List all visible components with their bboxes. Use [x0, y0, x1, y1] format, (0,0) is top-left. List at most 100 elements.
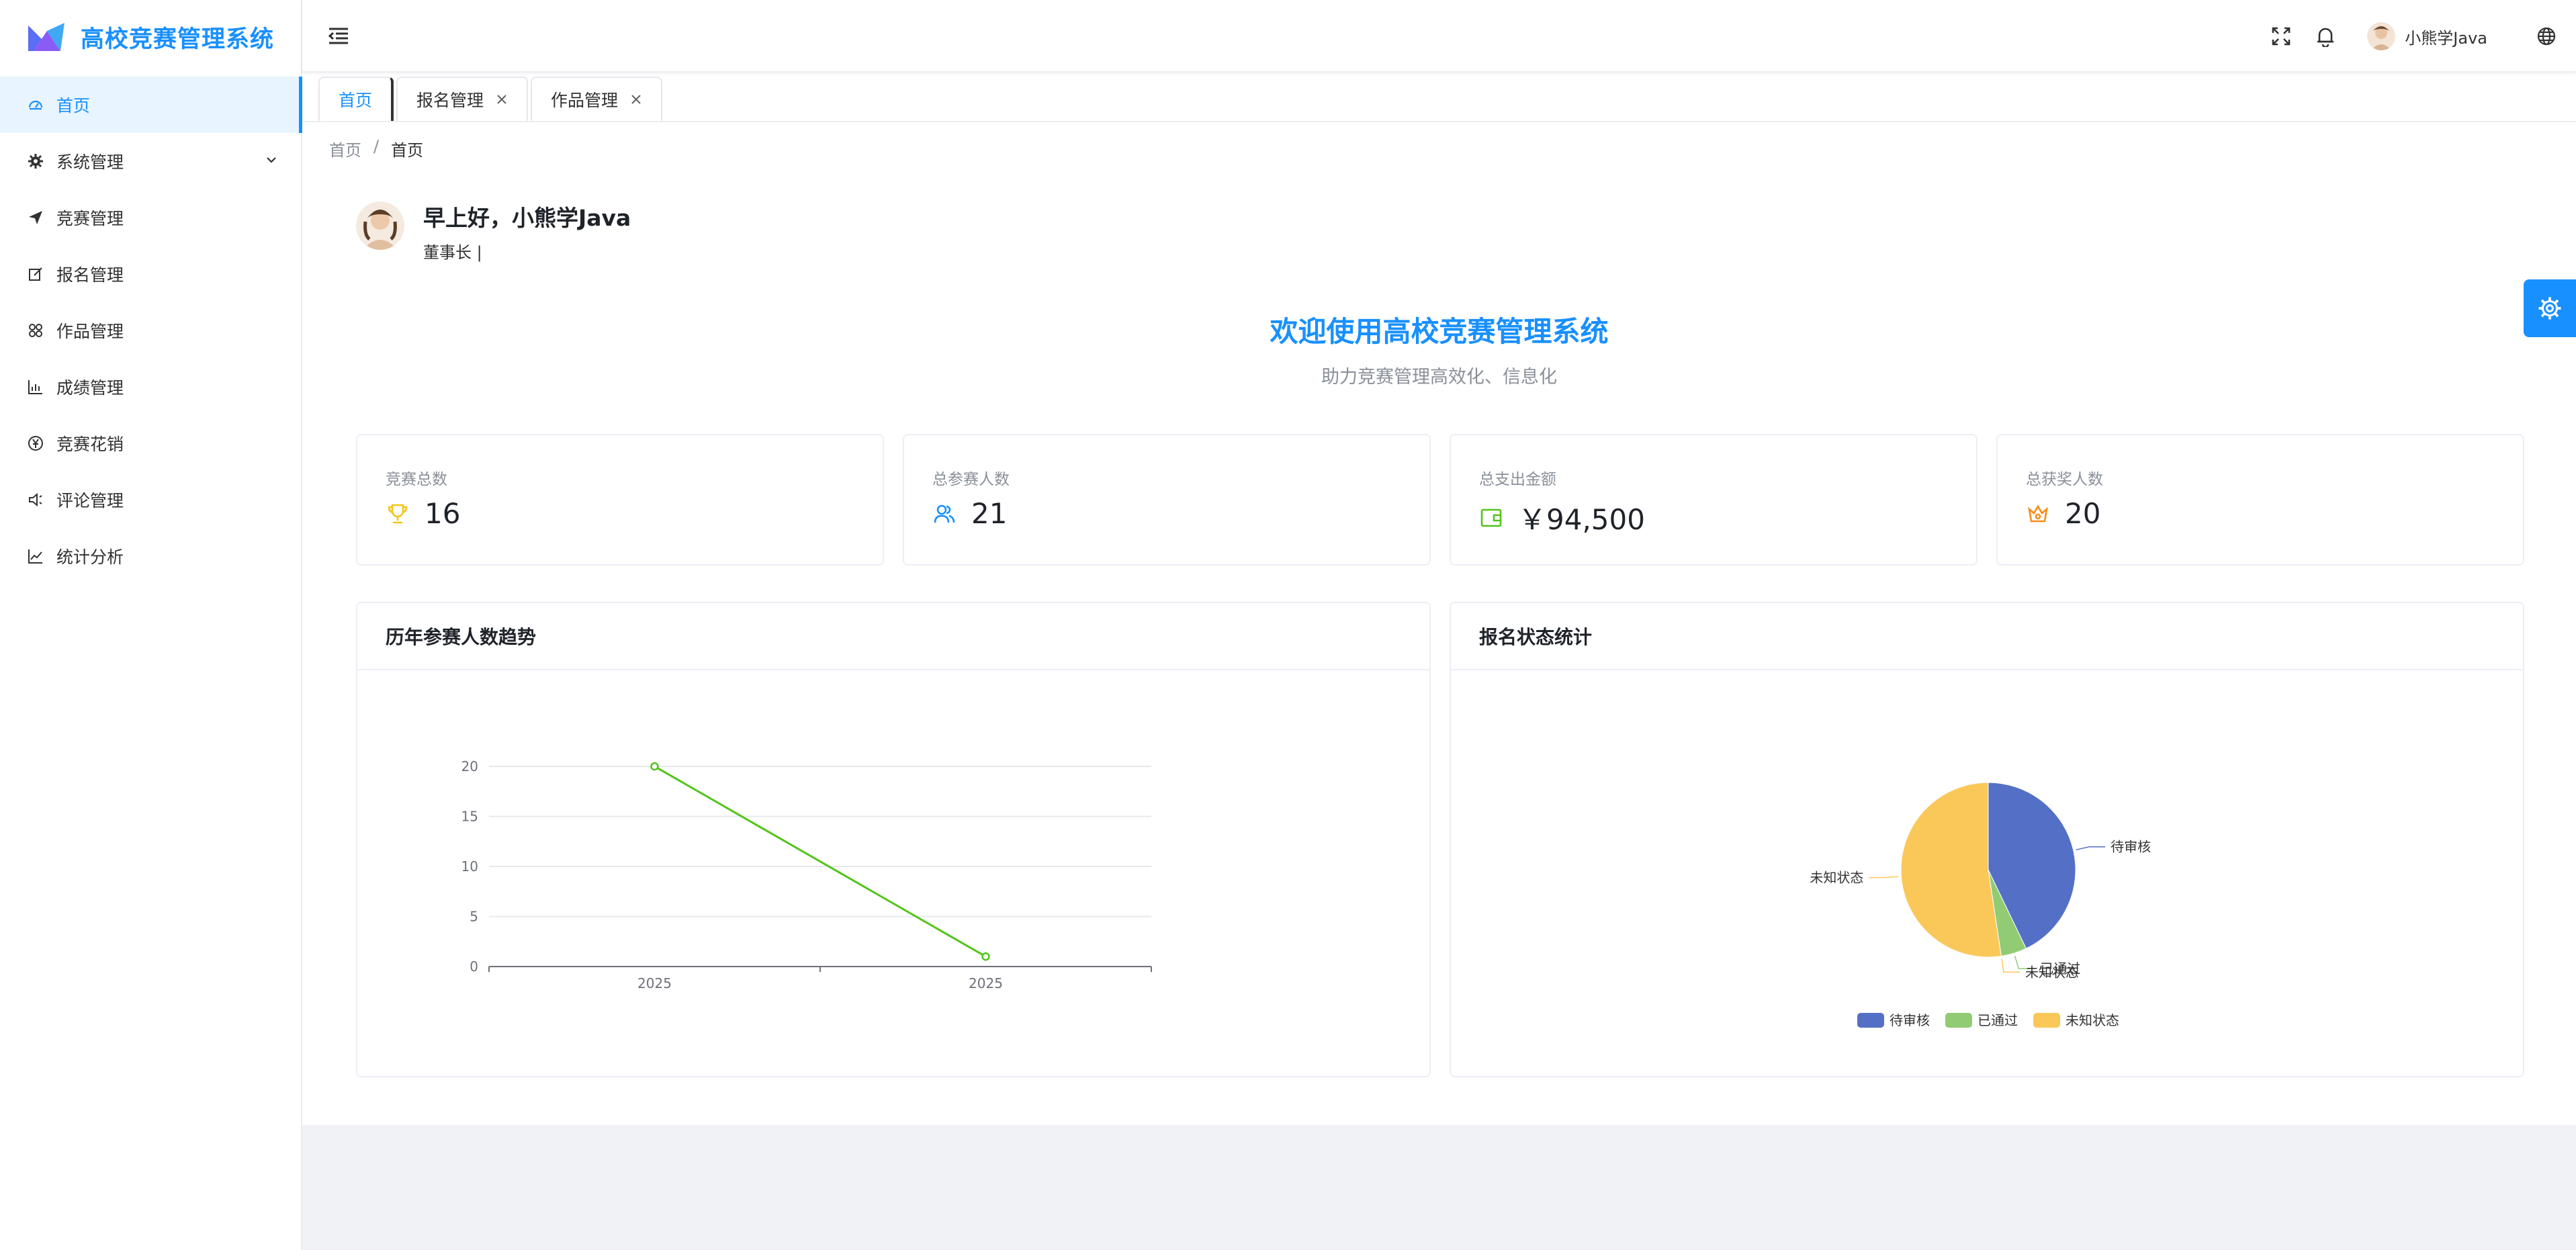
stat-label: 总支出金额: [1479, 471, 1556, 488]
tab-registration[interactable]: 报名管理: [396, 77, 529, 121]
sidebar-item-system[interactable]: 系统管理: [0, 133, 301, 189]
settings-button[interactable]: [2524, 279, 2576, 337]
greeting: 早上好，小熊学Java 董事长 |: [356, 202, 631, 263]
sidebar-item-comments[interactable]: 评论管理: [0, 472, 301, 528]
logo-icon: [28, 23, 64, 51]
avatar[interactable]: [2367, 22, 2396, 50]
y-tick-label: 20: [461, 758, 478, 774]
send-icon: [27, 209, 44, 226]
stat-label: 竞赛总数: [386, 471, 447, 488]
top-header: 小熊学Java: [302, 0, 2576, 73]
data-point: [981, 952, 990, 961]
tags-view: 首页 报名管理 作品管理: [302, 74, 2576, 122]
y-tick-label: 0: [470, 958, 478, 975]
data-point: [650, 762, 659, 771]
panel-title: 历年参赛人数趋势: [357, 603, 1429, 670]
stat-card-participants: 总参赛人数 21: [903, 434, 1431, 566]
edit-icon: [27, 265, 44, 283]
sidebar-item-scores[interactable]: 成绩管理: [0, 359, 301, 415]
content-footer-area: [302, 1125, 2576, 1250]
series-line: [654, 765, 987, 958]
stat-card-expense: 总支出金额 ￥94,500: [1450, 434, 1978, 566]
sidebar-item-label: 竞赛花销: [56, 435, 124, 454]
sidebar-item-works[interactable]: 作品管理: [0, 302, 301, 359]
sidebar-item-label: 统计分析: [56, 547, 124, 567]
stat-value: 16: [425, 497, 461, 530]
close-icon[interactable]: [496, 93, 508, 105]
x-tick-label: 2025: [969, 975, 1003, 991]
sidebar-item-registration[interactable]: 报名管理: [0, 246, 301, 302]
header-username[interactable]: 小熊学Java: [2405, 25, 2487, 48]
panel-title: 报名状态统计: [1451, 603, 2523, 670]
gear-icon: [27, 152, 44, 170]
sidebar: 高校竞赛管理系统 首页 系统管理 竞赛管理 报名管理 作品管理 成绩管理 竞赛花…: [0, 0, 302, 1250]
crown-icon: [2026, 502, 2050, 526]
slice-label-line: [2076, 846, 2106, 850]
avatar: [356, 202, 404, 250]
line-chart: 0 5 10 15 20 2025 2025: [461, 758, 1152, 991]
status-chart-panel: 报名状态统计 待审核 已通过 未知状态 未知状态 待审核 已通过 未知状态: [1450, 602, 2524, 1077]
header-actions: 小熊学Java: [2270, 0, 2576, 73]
sidebar-item-label: 评论管理: [56, 491, 124, 510]
speaker-icon: [27, 491, 44, 508]
sidebar-item-statistics[interactable]: 统计分析: [0, 528, 301, 584]
stat-label: 总获奖人数: [2026, 471, 2103, 488]
close-icon[interactable]: [630, 93, 642, 105]
sidebar-item-label: 竞赛管理: [56, 209, 124, 228]
slice-label: 待审核: [2111, 839, 2151, 855]
menu-toggle-icon[interactable]: [326, 24, 351, 48]
welcome-subtitle: 助力竞赛管理高效化、信息化: [1321, 367, 1557, 388]
legend-label: 已通过: [1978, 1012, 2018, 1028]
grid-icon: [27, 322, 44, 339]
app-title: 高校竞赛管理系统: [81, 26, 275, 53]
sidebar-item-home[interactable]: 首页: [0, 77, 302, 133]
chevron-down-icon: [267, 157, 276, 163]
sidebar-item-label: 首页: [56, 96, 91, 116]
stat-card-competitions: 竞赛总数 16: [356, 434, 884, 566]
users-icon: [932, 502, 957, 526]
trophy-icon: [386, 502, 410, 526]
breadcrumb-current: 首页: [391, 141, 424, 160]
logo[interactable]: 高校竞赛管理系统: [0, 0, 301, 74]
sidebar-item-competition[interactable]: 竞赛管理: [0, 189, 301, 246]
globe-icon[interactable]: [2536, 26, 2557, 47]
pie-chart: 待审核已通过未知状态未知状态待审核 已通过 未知状态: [1810, 782, 2151, 1028]
sidebar-menu: 首页 系统管理 竞赛管理 报名管理 作品管理 成绩管理 竞赛花销 评论管理 统计…: [0, 77, 302, 584]
breadcrumb-item[interactable]: 首页: [329, 137, 361, 161]
breadcrumb: 首页 / 首页: [329, 137, 423, 161]
greeting-title: 早上好，小熊学Java: [423, 205, 631, 231]
legend-label: 未知状态: [2066, 1012, 2119, 1028]
breadcrumb-separator: /: [373, 137, 380, 156]
x-tick-label: 2025: [637, 975, 672, 991]
fullscreen-icon[interactable]: [2270, 26, 2292, 47]
tab-label: 作品管理: [551, 91, 619, 110]
stat-value: ￥94,500: [1518, 503, 1645, 536]
user-role: 董事长 |: [423, 243, 482, 262]
y-tick-label: 15: [461, 809, 478, 825]
tab-label: 首页: [339, 91, 373, 110]
slice-label: 未知状态: [2025, 964, 2079, 980]
stat-card-awards: 总获奖人数 20: [1996, 434, 2524, 566]
welcome-banner: 欢迎使用高校竞赛管理系统 助力竞赛管理高效化、信息化: [302, 309, 2576, 388]
sidebar-item-label: 成绩管理: [56, 378, 124, 398]
sidebar-item-label: 系统管理: [56, 152, 124, 172]
stat-value: 21: [971, 497, 1008, 530]
legend-swatch: [1945, 1013, 1972, 1028]
y-tick-label: 5: [470, 909, 478, 925]
stat-label: 总参赛人数: [932, 471, 1010, 488]
trend-chart-panel: 历年参赛人数趋势 0 5 10 15 20 2025 2025: [356, 602, 1431, 1077]
bar-chart-icon: [27, 378, 44, 396]
slice-label: 未知状态: [1810, 870, 1863, 886]
legend-label: 待审核: [1890, 1012, 1930, 1028]
tab-label: 报名管理: [416, 91, 484, 110]
bell-icon[interactable]: [2315, 26, 2336, 47]
sidebar-item-expenses[interactable]: 竞赛花销: [0, 415, 301, 472]
legend-swatch: [1857, 1013, 1884, 1028]
gear-icon: [2538, 297, 2561, 320]
y-tick-label: 10: [461, 858, 478, 875]
slice-label-line: [2001, 958, 2020, 973]
tab-works[interactable]: 作品管理: [531, 77, 663, 121]
welcome-title: 欢迎使用高校竞赛管理系统: [1270, 315, 1609, 348]
sidebar-item-label: 报名管理: [56, 265, 124, 285]
tab-home[interactable]: 首页: [318, 77, 394, 121]
